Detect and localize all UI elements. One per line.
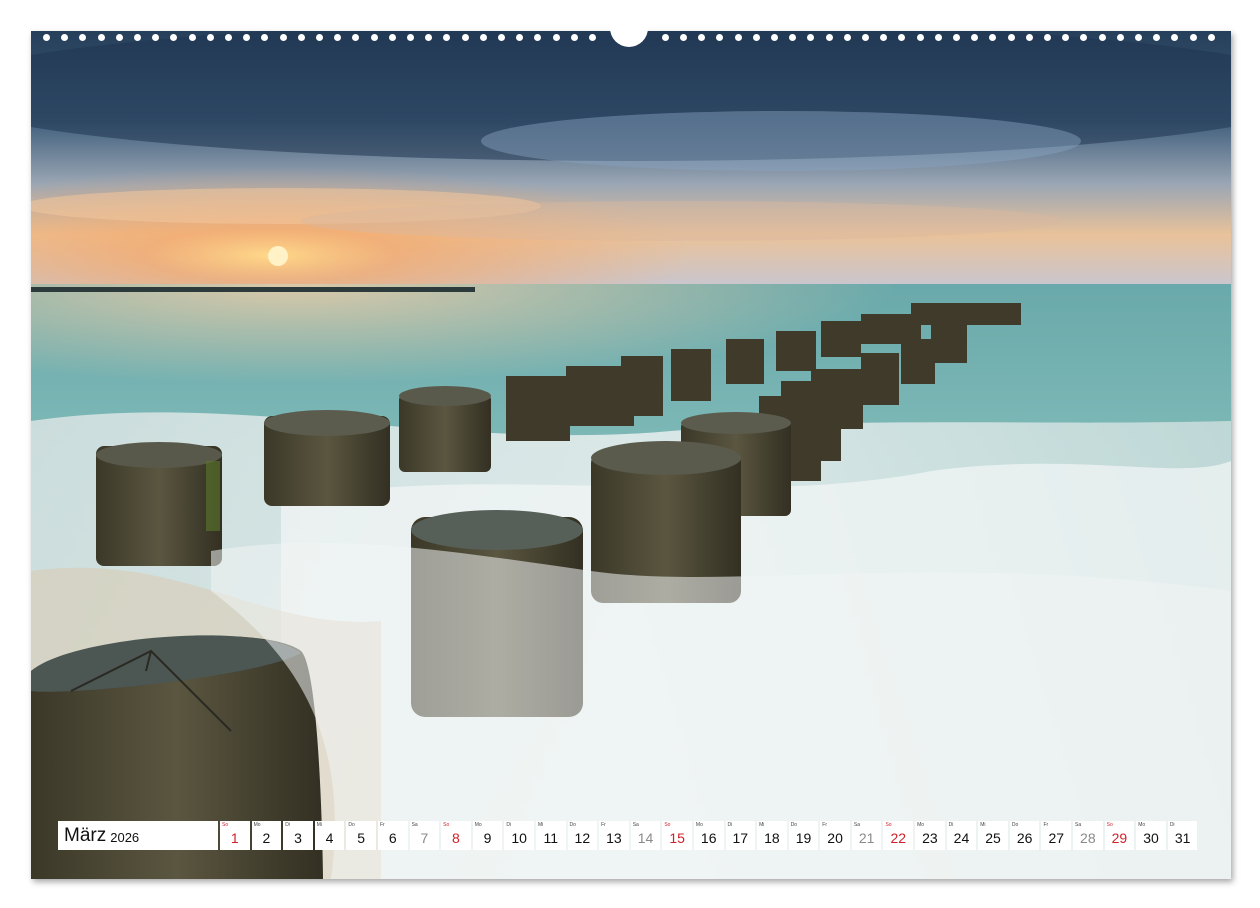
day-cell: Do 5	[346, 821, 376, 850]
day-cell: Mi 25	[978, 821, 1008, 850]
day-cell: So 15	[662, 821, 692, 850]
month-label: März 2026	[58, 821, 218, 850]
day-cell: Sa 14	[630, 821, 661, 850]
day-cell: Mo 23	[915, 821, 945, 850]
day-number: 20	[827, 830, 843, 846]
day-number: 17	[732, 830, 749, 846]
day-weekday: Fr	[601, 822, 606, 828]
day-cell: Fr 6	[377, 821, 408, 850]
day-weekday: So	[1106, 822, 1113, 828]
day-cell: Mo 9	[472, 821, 503, 850]
day-number: 14	[637, 830, 654, 846]
day-number: 7	[420, 830, 429, 846]
day-number: 5	[357, 830, 366, 846]
day-cell: Do 26	[1009, 821, 1040, 850]
day-cell: So 29	[1104, 821, 1135, 850]
day-weekday: Do	[1011, 822, 1019, 828]
day-cell: So 22	[883, 821, 914, 850]
day-weekday: Sa	[411, 822, 418, 828]
day-cell: Do 19	[788, 821, 819, 850]
calendar-strip: März 2026 So 1 Mo 2 Di 3 Mi 4 Do 5 Fr 6 Sa 7 So 8 Mo 9 Di 1…	[58, 821, 1198, 850]
day-number: 2	[262, 830, 271, 846]
day-cell: Di 24	[946, 821, 977, 850]
day-weekday: Mo	[474, 822, 482, 828]
month-name: März	[64, 824, 107, 846]
day-weekday: Mo	[917, 822, 925, 828]
day-cell: Di 31	[1167, 821, 1198, 850]
day-cells: So 1 Mo 2 Di 3 Mi 4 Do 5 Fr 6 Sa 7 So 8 Mo 9 Di 10 Mi 11 Do 12 F…	[220, 821, 1198, 850]
day-cell: Do 12	[567, 821, 598, 850]
day-weekday: So	[885, 822, 892, 828]
day-weekday: Fr	[379, 822, 385, 828]
day-number: 19	[795, 830, 812, 846]
day-cell: Fr 13	[599, 821, 629, 850]
day-number: 18	[764, 830, 780, 846]
day-number: 27	[1048, 830, 1065, 846]
day-weekday: Di	[285, 822, 290, 828]
month-year: 2026	[110, 829, 140, 845]
day-number: 30	[1143, 830, 1159, 846]
day-weekday: Do	[348, 822, 355, 828]
day-number: 1	[230, 830, 239, 846]
day-number: 23	[922, 830, 938, 846]
day-weekday: So	[664, 822, 671, 828]
day-cell: Mo 16	[693, 821, 724, 850]
day-weekday: Sa	[853, 822, 860, 828]
day-cell: Sa 28	[1073, 821, 1103, 850]
day-weekday: Mi	[316, 822, 323, 828]
day-number: 29	[1111, 830, 1128, 846]
day-number: 3	[294, 830, 302, 846]
day-weekday: Di	[1169, 822, 1175, 828]
day-weekday: So	[222, 822, 229, 828]
day-weekday: Sa	[632, 822, 639, 828]
day-cell: Mo 30	[1136, 821, 1166, 850]
day-cell: Fr 27	[1041, 821, 1072, 850]
day-weekday: Mi	[980, 822, 986, 828]
day-number: 10	[511, 830, 527, 846]
day-number: 13	[606, 830, 622, 846]
day-weekday: Di	[506, 822, 512, 828]
day-number: 12	[574, 830, 591, 846]
day-number: 16	[700, 830, 717, 846]
day-cell: Mi 11	[535, 821, 566, 850]
day-weekday: Mi	[759, 822, 765, 828]
day-number: 31	[1174, 830, 1191, 846]
day-weekday: Fr	[1043, 822, 1049, 828]
day-number: 26	[1016, 830, 1033, 846]
day-number: 24	[953, 830, 970, 846]
day-weekday: Mo	[253, 822, 261, 828]
day-cell: Di 17	[725, 821, 756, 850]
day-cell: Mi 4	[314, 821, 345, 850]
day-cell: Sa 21	[851, 821, 882, 850]
day-cell: Fr 20	[820, 821, 850, 850]
day-weekday: Do	[790, 822, 798, 828]
day-weekday: Sa	[1075, 822, 1082, 828]
day-number: 4	[325, 830, 334, 846]
day-cell: So 8	[441, 821, 471, 850]
seascape-photo	[31, 31, 1231, 879]
day-weekday: So	[443, 822, 450, 828]
day-cell: Mo 2	[251, 821, 282, 850]
day-weekday: Mo	[1138, 822, 1146, 828]
day-weekday: Mi	[537, 822, 544, 828]
day-number: 25	[985, 830, 1001, 846]
day-number: 11	[543, 830, 558, 846]
day-number: 21	[858, 830, 875, 846]
day-number: 6	[388, 830, 397, 846]
day-cell: Sa 7	[409, 821, 440, 850]
day-number: 9	[483, 830, 492, 846]
day-cell: Di 10	[504, 821, 534, 850]
day-weekday: Fr	[822, 822, 828, 828]
day-number: 8	[452, 830, 460, 846]
day-weekday: Mo	[695, 822, 703, 828]
day-weekday: Di	[948, 822, 954, 828]
day-cell: So 1	[220, 821, 250, 850]
day-number: 22	[890, 830, 907, 846]
day-weekday: Di	[727, 822, 733, 828]
day-weekday: Do	[569, 822, 576, 828]
day-number: 15	[669, 830, 685, 846]
day-number: 28	[1080, 830, 1096, 846]
day-cell: Di 3	[283, 821, 313, 850]
day-cell: Mi 18	[757, 821, 787, 850]
